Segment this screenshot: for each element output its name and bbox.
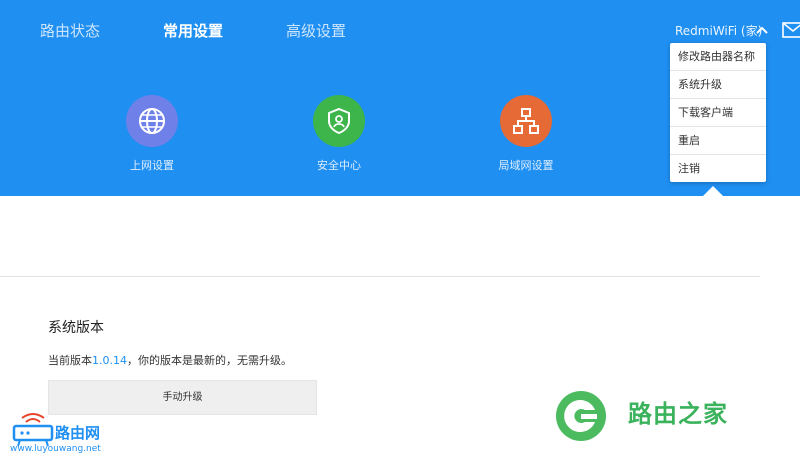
nav-router-status[interactable]: 路由状态 — [40, 20, 100, 41]
version-prefix: 当前版本 — [48, 354, 92, 367]
watermark-right-text: 路由之家 — [628, 400, 728, 428]
shield-user-icon — [313, 95, 365, 147]
watermark-left-text: 路由网 — [55, 424, 101, 442]
router-dropdown-menu: 修改路由器名称 系统升级 下载客户端 重启 注销 — [670, 43, 766, 182]
menu-item-system-upgrade[interactable]: 系统升级 — [670, 71, 766, 99]
version-number: 1.0.14 — [92, 354, 127, 367]
section-divider — [0, 276, 760, 277]
shortcut-security-center[interactable]: 安全中心 — [279, 95, 399, 173]
globe-icon — [126, 95, 178, 147]
shortcut-lan-settings[interactable]: 局域网设置 — [466, 95, 586, 173]
home-logo-icon — [556, 391, 606, 441]
active-tab-indicator — [703, 186, 723, 196]
nav-advanced-settings[interactable]: 高级设置 — [286, 20, 346, 41]
section-title: 系统版本 — [48, 320, 104, 336]
version-suffix: ，你的版本是最新的，无需升级。 — [127, 354, 292, 367]
router-name-menu[interactable]: RedmiWiFi (家) — [675, 22, 762, 39]
nav-common-settings[interactable]: 常用设置 — [163, 20, 223, 41]
menu-item-rename-router[interactable]: 修改路由器名称 — [670, 43, 766, 71]
chevron-up-icon[interactable] — [756, 26, 768, 34]
menu-item-logout[interactable]: 注销 — [670, 155, 766, 182]
shortcut-label: 局域网设置 — [498, 159, 554, 172]
shortcut-label: 安全中心 — [317, 159, 361, 172]
menu-item-reboot[interactable]: 重启 — [670, 127, 766, 155]
network-icon — [500, 95, 552, 147]
version-status: 当前版本1.0.14，你的版本是最新的，无需升级。 — [48, 352, 292, 368]
menu-item-download-client[interactable]: 下载客户端 — [670, 99, 766, 127]
shortcut-internet-settings[interactable]: 上网设置 — [92, 95, 212, 173]
watermark-left-url: www.luyouwang.net — [10, 444, 101, 454]
mail-icon[interactable] — [782, 22, 800, 38]
shortcut-label: 上网设置 — [130, 159, 174, 172]
